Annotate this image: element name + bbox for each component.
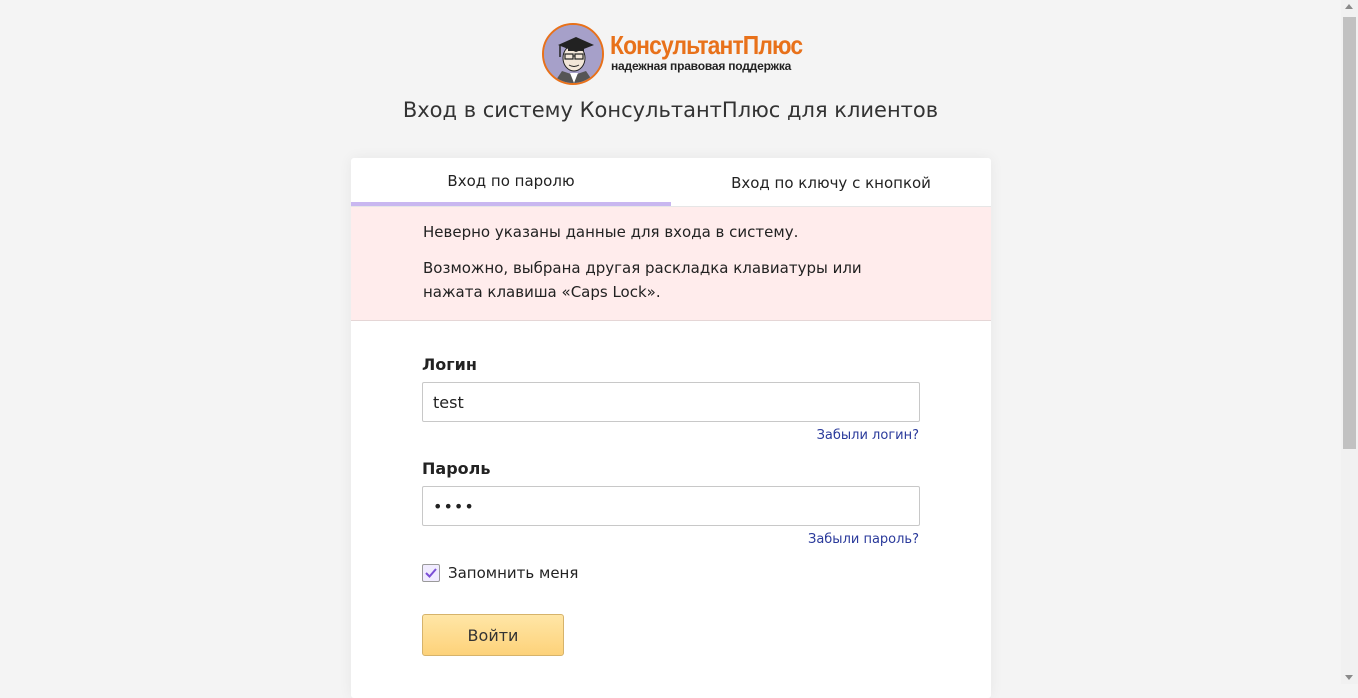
remember-me-checkbox[interactable] [422,564,440,582]
logo-subtitle: надежная правовая поддержка [611,59,792,73]
password-label: Пароль [422,459,491,478]
remember-me-row[interactable]: Запомнить меня [422,564,578,582]
error-hint: Возможно, выбрана другая раскладка клави… [423,259,862,301]
error-message: Неверно указаны данные для входа в систе… [423,223,799,241]
vertical-scrollbar[interactable] [1341,0,1358,684]
password-input[interactable]: •••• [422,486,920,526]
tab-password-login[interactable]: Вход по паролю [351,158,671,206]
scroll-up-icon[interactable] [1345,4,1353,9]
remember-me-label: Запомнить меня [448,564,579,582]
tab-key-login[interactable]: Вход по ключу с кнопкой [671,158,991,206]
logo-professor-icon [542,23,604,85]
login-tabs: Вход по паролю Вход по ключу с кнопкой [351,158,991,207]
page: КонсультантПлюс надежная правовая поддер… [0,0,1341,698]
forgot-login-link[interactable]: Забыли логин? [817,428,919,443]
logo-title: КонсультантПлюс [610,30,803,60]
login-card: Вход по паролю Вход по ключу с кнопкой Н… [351,158,991,698]
checkmark-icon [425,568,437,578]
page-title: Вход в систему КонсультантПлюс для клиен… [402,98,939,122]
forgot-password-link[interactable]: Забыли пароль? [808,532,919,547]
scroll-down-icon[interactable] [1345,675,1353,680]
login-input[interactable]: test [422,382,920,422]
logo[interactable]: КонсультантПлюс надежная правовая поддер… [542,23,812,85]
login-label: Логин [422,355,477,374]
error-alert: Неверно указаны данные для входа в систе… [351,207,991,321]
submit-button[interactable]: Войти [422,614,564,656]
scroll-thumb[interactable] [1343,17,1356,449]
